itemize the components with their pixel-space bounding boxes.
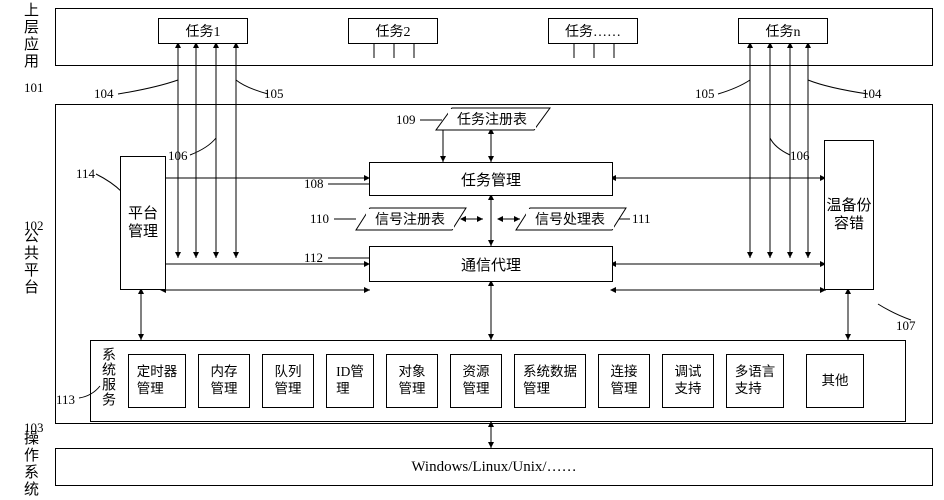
num-109: 109: [396, 112, 416, 128]
svc-other: 其他: [806, 354, 864, 408]
num-112: 112: [304, 250, 323, 266]
os-frame: Windows/Linux/Unix/……: [55, 448, 933, 486]
svc-resource: 资源 管理: [450, 354, 502, 408]
comm-proxy: 通信代理: [369, 246, 613, 282]
svc-multilang: 多语言 支持: [726, 354, 784, 408]
platform-mgmt: 平台 管理: [120, 156, 166, 290]
svc-id: ID管 理: [326, 354, 374, 408]
upper-app-label: 上层应用: [20, 2, 41, 70]
warm-backup: 温备份 容错: [824, 140, 874, 290]
num-110: 110: [310, 211, 329, 227]
num-106a: 106: [168, 148, 188, 164]
signal-register: 信号注册表: [366, 209, 454, 229]
svc-timer: 定时器 管理: [128, 354, 186, 408]
platform-mgmt-text: 平台 管理: [128, 205, 158, 241]
num-106b: 106: [790, 148, 810, 164]
num-113: 113: [56, 392, 75, 408]
task-dots: 任务……: [548, 18, 638, 44]
signal-handler: 信号处理表: [526, 209, 614, 229]
svc-memory: 内存 管理: [198, 354, 250, 408]
num-111: 111: [632, 211, 651, 227]
svc-connection: 连接 管理: [598, 354, 650, 408]
svc-object: 对象 管理: [386, 354, 438, 408]
system-services-label: 系统服务: [97, 347, 117, 407]
svc-debug: 调试 支持: [662, 354, 714, 408]
num-105a: 105: [264, 86, 284, 102]
num-114: 114: [76, 166, 95, 182]
task-2: 任务2: [348, 18, 438, 44]
svc-sysdata: 系统数据 管理: [514, 354, 586, 408]
svc-queue: 队列 管理: [262, 354, 314, 408]
task-1: 任务1: [158, 18, 248, 44]
num-102: 102: [24, 218, 44, 234]
num-105b: 105: [695, 86, 715, 102]
public-platform-label: 公共平台: [20, 228, 41, 296]
num-107: 107: [896, 318, 916, 334]
warm-backup-text: 温备份 容错: [826, 197, 871, 233]
num-108: 108: [304, 176, 324, 192]
task-register: 任务注册表: [448, 109, 536, 129]
task-mgmt: 任务管理: [369, 162, 613, 196]
num-104a: 104: [94, 86, 114, 102]
num-101: 101: [24, 80, 44, 96]
num-103: 103: [24, 420, 44, 436]
num-104b: 104: [862, 86, 882, 102]
task-n: 任务n: [738, 18, 828, 44]
os-label: 操作系统: [20, 430, 41, 498]
